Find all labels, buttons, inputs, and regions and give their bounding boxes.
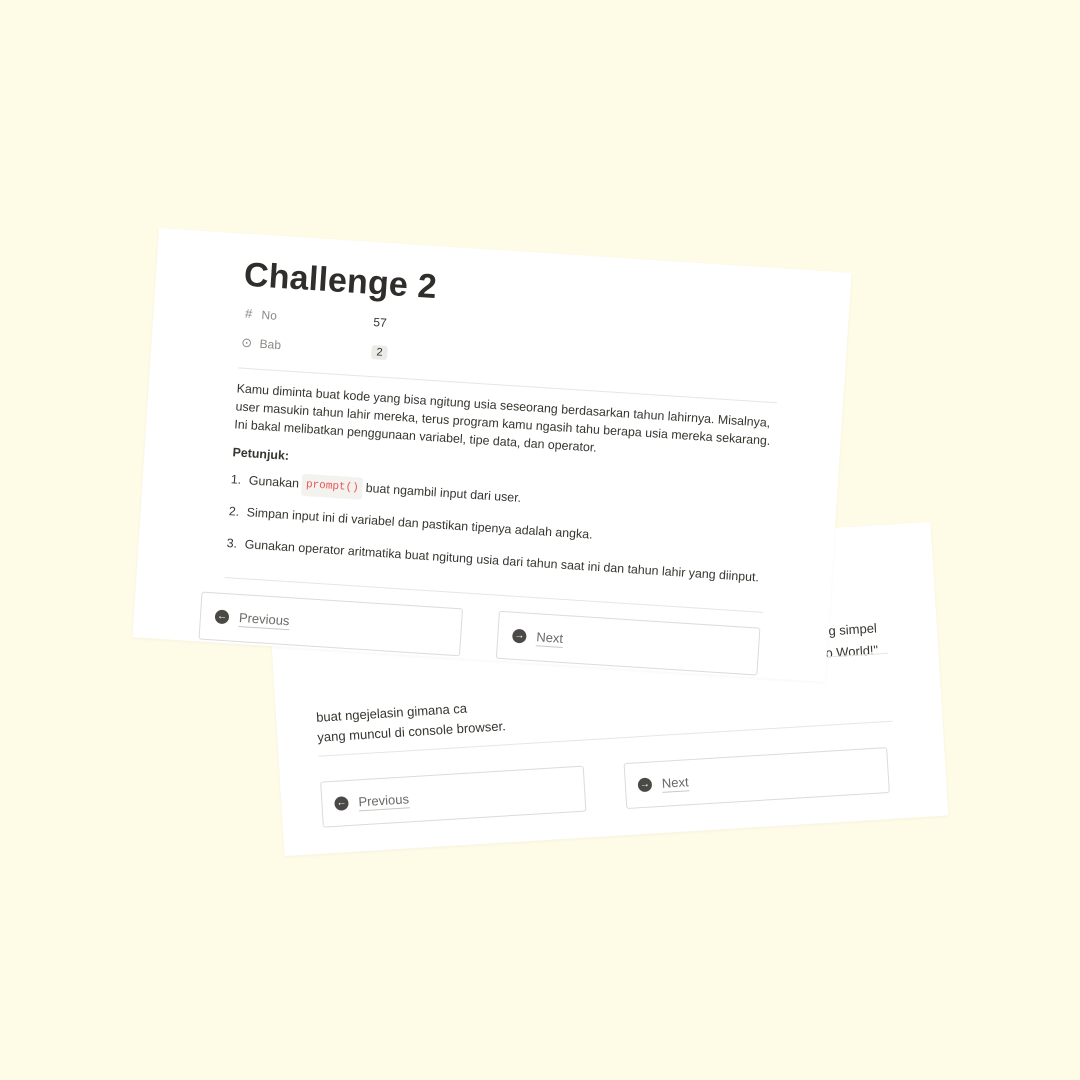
arrow-left-circle-icon: ← [214, 609, 230, 625]
hash-icon: # [244, 305, 253, 322]
back-next-button[interactable]: → Next [623, 747, 890, 810]
step-text: Gunakan [248, 473, 300, 491]
property-value-wrap: 2 [370, 344, 388, 361]
page-title: Challenge 2 [242, 255, 438, 307]
step-number: 2. [228, 504, 240, 519]
back-page-text-bottom: buat ngejelasin gimana ca yang muncul di… [316, 696, 507, 747]
previous-button[interactable]: ← Previous [198, 591, 464, 657]
property-row-bab[interactable]: ⊙ Bab 2 [239, 334, 388, 361]
property-row-no[interactable]: # No 57 [241, 305, 388, 330]
inline-code: prompt() [301, 473, 364, 500]
steps-list: 1. Gunakan prompt() buat ngambil input d… [225, 469, 763, 599]
property-name: Bab [259, 336, 282, 353]
bab-chip: 2 [370, 345, 388, 361]
back-previous-button[interactable]: ← Previous [320, 765, 587, 828]
previous-label: Previous [357, 790, 410, 811]
step-text: buat ngambil input dari user. [365, 480, 522, 505]
step-number: 1. [230, 472, 242, 487]
next-label: Next [661, 773, 690, 793]
property-name: No [261, 307, 278, 323]
hint-heading: Petunjuk: [232, 445, 290, 463]
step-number: 3. [226, 536, 238, 551]
next-label: Next [535, 628, 564, 648]
arrow-left-circle-icon: ← [334, 796, 349, 811]
arrow-right-circle-icon: → [637, 777, 653, 793]
property-value: 57 [372, 314, 388, 330]
arrow-right-circle-icon: → [511, 628, 527, 644]
description-paragraph: Kamu diminta buat kode yang bisa ngitung… [233, 381, 771, 455]
front-page-card: Challenge 2 # No 57 ⊙ Bab 2 Kamu diminta… [132, 228, 852, 682]
previous-label: Previous [238, 609, 290, 630]
select-icon: ⊙ [240, 334, 253, 351]
